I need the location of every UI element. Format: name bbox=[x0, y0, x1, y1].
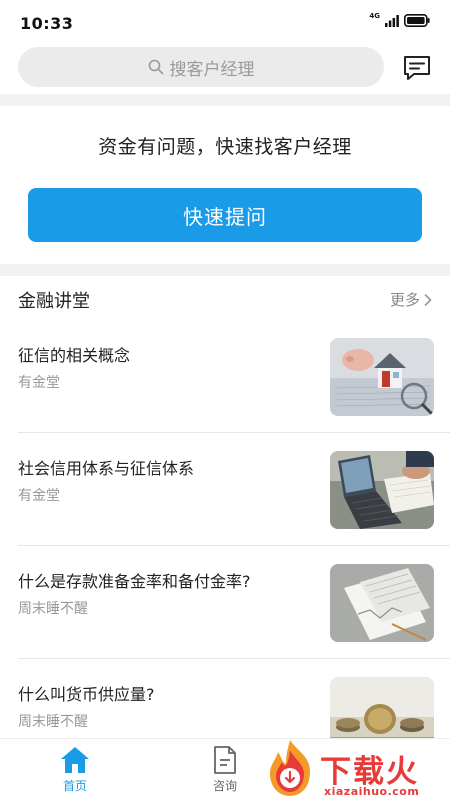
article-thumbnail bbox=[330, 451, 434, 529]
status-time: 10:33 bbox=[20, 14, 74, 33]
chevron-right-icon bbox=[424, 293, 432, 306]
article-title: 社会信用体系与征信体系 bbox=[18, 459, 195, 478]
documents-chart-image bbox=[330, 564, 434, 642]
quick-ask-section: 资金有问题，快速找客户经理 快速提问 bbox=[0, 106, 450, 264]
more-label: 更多 bbox=[389, 291, 420, 309]
signal-icon bbox=[385, 14, 399, 27]
house-documents-image bbox=[330, 338, 434, 416]
status-icons: 4G bbox=[369, 12, 430, 27]
article-title: 什么是存款准备金率和备付金率? bbox=[18, 572, 251, 591]
home-icon bbox=[61, 747, 89, 773]
article-thumbnail bbox=[330, 564, 434, 642]
tab-consult[interactable]: 咨询 bbox=[185, 745, 265, 799]
article-author: 有金堂 bbox=[18, 488, 60, 504]
article-item[interactable]: 什么是存款准备金率和备付金率? 周末睡不醒 bbox=[0, 546, 450, 659]
section-title: 金融讲堂 bbox=[18, 291, 90, 312]
article-title: 征信的相关概念 bbox=[18, 346, 131, 365]
message-button[interactable] bbox=[400, 52, 434, 84]
article-author: 周末睡不醒 bbox=[18, 601, 88, 617]
quick-ask-headline: 资金有问题，快速找客户经理 bbox=[98, 136, 352, 158]
battery-icon bbox=[404, 14, 430, 27]
section-divider bbox=[0, 94, 450, 106]
article-author: 有金堂 bbox=[18, 375, 60, 391]
article-item[interactable]: 社会信用体系与征信体系 有金堂 bbox=[0, 433, 450, 546]
article-list: 征信的相关概念 有金堂 社会信用体系与征信体系 有金堂 什么是存款准备金率和备付… bbox=[0, 320, 450, 772]
tab-label: 首页 bbox=[62, 779, 87, 793]
laptop-desk-image bbox=[330, 451, 434, 529]
finance-lecture-header: 金融讲堂 更多 bbox=[0, 276, 450, 320]
article-author: 周末睡不醒 bbox=[18, 714, 88, 730]
article-item[interactable]: 征信的相关概念 有金堂 bbox=[0, 320, 450, 433]
watermark: 下载火 xiazaihuo.com bbox=[262, 738, 450, 800]
network-label: 4G bbox=[369, 12, 380, 20]
search-input[interactable]: 搜客户经理 bbox=[18, 47, 384, 87]
document-icon bbox=[214, 746, 236, 774]
article-thumbnail bbox=[330, 338, 434, 416]
more-link[interactable]: 更多 bbox=[390, 289, 432, 310]
search-row: 搜客户经理 bbox=[0, 44, 450, 94]
tab-home[interactable]: 首页 bbox=[35, 745, 115, 799]
quick-ask-button[interactable]: 快速提问 bbox=[28, 188, 422, 242]
watermark-subtext: xiazaihuo.com bbox=[324, 785, 420, 798]
search-placeholder: 搜客户经理 bbox=[169, 59, 255, 80]
tab-label: 咨询 bbox=[212, 779, 237, 793]
section-divider bbox=[0, 264, 450, 276]
flame-logo-icon bbox=[270, 740, 310, 796]
article-title: 什么叫货币供应量? bbox=[18, 685, 155, 704]
search-icon bbox=[148, 59, 163, 75]
status-bar: 10:33 4G bbox=[0, 0, 450, 44]
message-icon bbox=[404, 56, 430, 80]
